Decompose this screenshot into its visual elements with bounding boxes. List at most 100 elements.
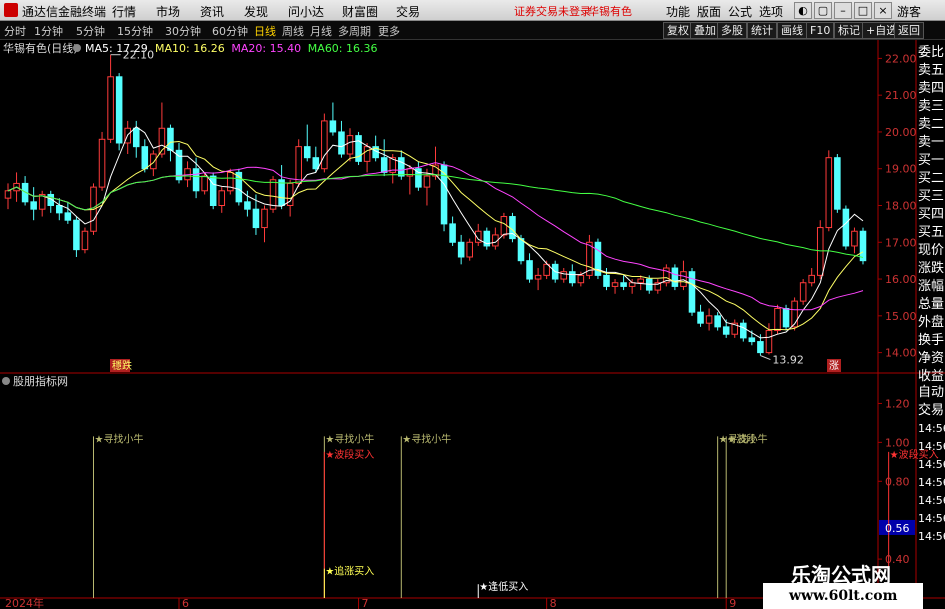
candle-body [765, 330, 773, 354]
candle-body [56, 205, 63, 214]
signal-label: ★寻找小牛 [402, 432, 451, 445]
candle-body [150, 153, 157, 170]
candle-body [440, 164, 448, 225]
candle-body [808, 274, 815, 284]
price-tick-label: 16.00 [885, 273, 917, 286]
candle-body [132, 127, 140, 148]
candle-body [757, 341, 764, 354]
candle-body [722, 326, 730, 335]
ma-line-ma20 [7, 162, 864, 311]
month-label: 7 [362, 597, 369, 609]
side-label: 涨跌 [918, 261, 945, 276]
candle-body [209, 175, 217, 206]
month-label: 6 [182, 597, 189, 609]
signal-label: ★寻找小牛 [95, 432, 144, 445]
candle-body [98, 138, 106, 188]
candle-body [244, 201, 251, 210]
candle-body [799, 282, 807, 302]
candle-body [569, 271, 576, 284]
side-label: 现价 [918, 243, 945, 258]
quote-side-panel: 委比 卖五 卖四 卖三 卖二 卖一 买一 买二 买三 买四 买五 现价 涨跌 涨… [918, 44, 945, 386]
side-label: 自动 [918, 385, 945, 400]
tick-side-panel: 自动 交易 14:56 14:56 14:56 14:56 14:56 14:5… [918, 384, 945, 546]
candle-body [192, 168, 200, 192]
candle-body [603, 274, 610, 287]
candle-body [201, 175, 208, 192]
candle-body [466, 241, 473, 258]
side-label: 总量 [918, 297, 945, 312]
candle-body [825, 157, 833, 229]
candle-body [851, 230, 858, 247]
signal-label: ★波段买入 [325, 448, 374, 461]
side-label: 涨幅 [918, 279, 945, 294]
indicator-title: 股朋指标网 [13, 374, 68, 388]
high-annotation: 22.10 [123, 49, 155, 62]
side-label: 买五 [918, 225, 945, 240]
candle-body [697, 311, 704, 324]
price-tick-label: 17.00 [885, 236, 917, 249]
chart-area[interactable]: ★寻找小牛 ★寻找小牛★波段买入★追涨买入★寻找小牛★逢低买入★寻找小牛★波段★波… [0, 0, 945, 609]
candle-body [620, 282, 627, 287]
month-label: 2024年 [5, 596, 44, 609]
side-label: 买二 [918, 171, 945, 186]
candle-body [329, 120, 337, 133]
candle-body [740, 322, 747, 339]
candle-body [517, 238, 525, 262]
candle-body [252, 208, 260, 229]
side-time: 14:56 [918, 512, 945, 525]
candle-body [560, 271, 568, 280]
price-tick-label: 14.00 [885, 347, 917, 360]
ma-legend-ma60: MA60: 16.36 [308, 42, 378, 55]
candle-body [534, 274, 542, 280]
side-time: 14:56 [918, 530, 945, 543]
candle-body [705, 315, 713, 324]
price-tick-label: 15.00 [885, 310, 917, 323]
candle-body [141, 146, 149, 170]
candle-body [261, 208, 268, 229]
price-tick-label: 19.00 [885, 163, 917, 176]
side-label: 换手 [918, 333, 945, 348]
candle-body [73, 219, 80, 251]
month-label: 8 [550, 597, 557, 609]
side-time: 14:56 [918, 476, 945, 489]
candle-body [380, 157, 388, 173]
side-label: 卖三 [918, 99, 945, 114]
side-time: 14:56 [918, 458, 945, 471]
low-annotation: 13.92 [772, 354, 804, 367]
candle-body [167, 127, 174, 151]
tag-right: 涨 [829, 360, 839, 372]
indicator-toggle-icon [2, 377, 10, 385]
candle-body [295, 146, 302, 184]
signal-label: ★寻找小牛 [325, 432, 374, 445]
candle-body [714, 315, 721, 328]
indicator-tick-label: 0.80 [885, 475, 910, 488]
chart-title: 华锡有色(日线) [3, 41, 78, 55]
legend-toggle-icon [73, 44, 81, 52]
candle-body [748, 337, 756, 343]
side-label: 交易 [918, 403, 945, 418]
candle-body [859, 230, 867, 262]
ma-line-ma60 [7, 173, 864, 258]
candle-body [526, 260, 533, 280]
watermark-url: www.60lt.com [789, 588, 898, 604]
signal-label: ★波段 [727, 432, 756, 445]
candle-body [842, 208, 850, 247]
candle-body [398, 157, 405, 177]
tag-left: 穩跌 [112, 359, 132, 372]
watermark-name: 乐淘公式网 [791, 563, 891, 587]
candle-body [834, 157, 841, 210]
signal-label: ★追涨买入 [325, 565, 374, 578]
indicator-current-value: 0.56 [885, 522, 910, 535]
candle-body [782, 307, 790, 328]
ma-legend-ma10: MA10: 16.26 [155, 42, 225, 55]
side-label: 买四 [918, 207, 945, 222]
price-tick-label: 18.00 [885, 200, 917, 213]
side-label: 卖五 [918, 63, 945, 78]
candle-body [278, 179, 285, 206]
low-pointer [760, 355, 771, 361]
side-label: 卖一 [918, 135, 945, 150]
candle-body [81, 230, 89, 251]
candle-body [346, 135, 354, 155]
indicator-tick-label: 1.00 [885, 436, 910, 449]
signal-label: ★逢低买入 [479, 580, 528, 593]
